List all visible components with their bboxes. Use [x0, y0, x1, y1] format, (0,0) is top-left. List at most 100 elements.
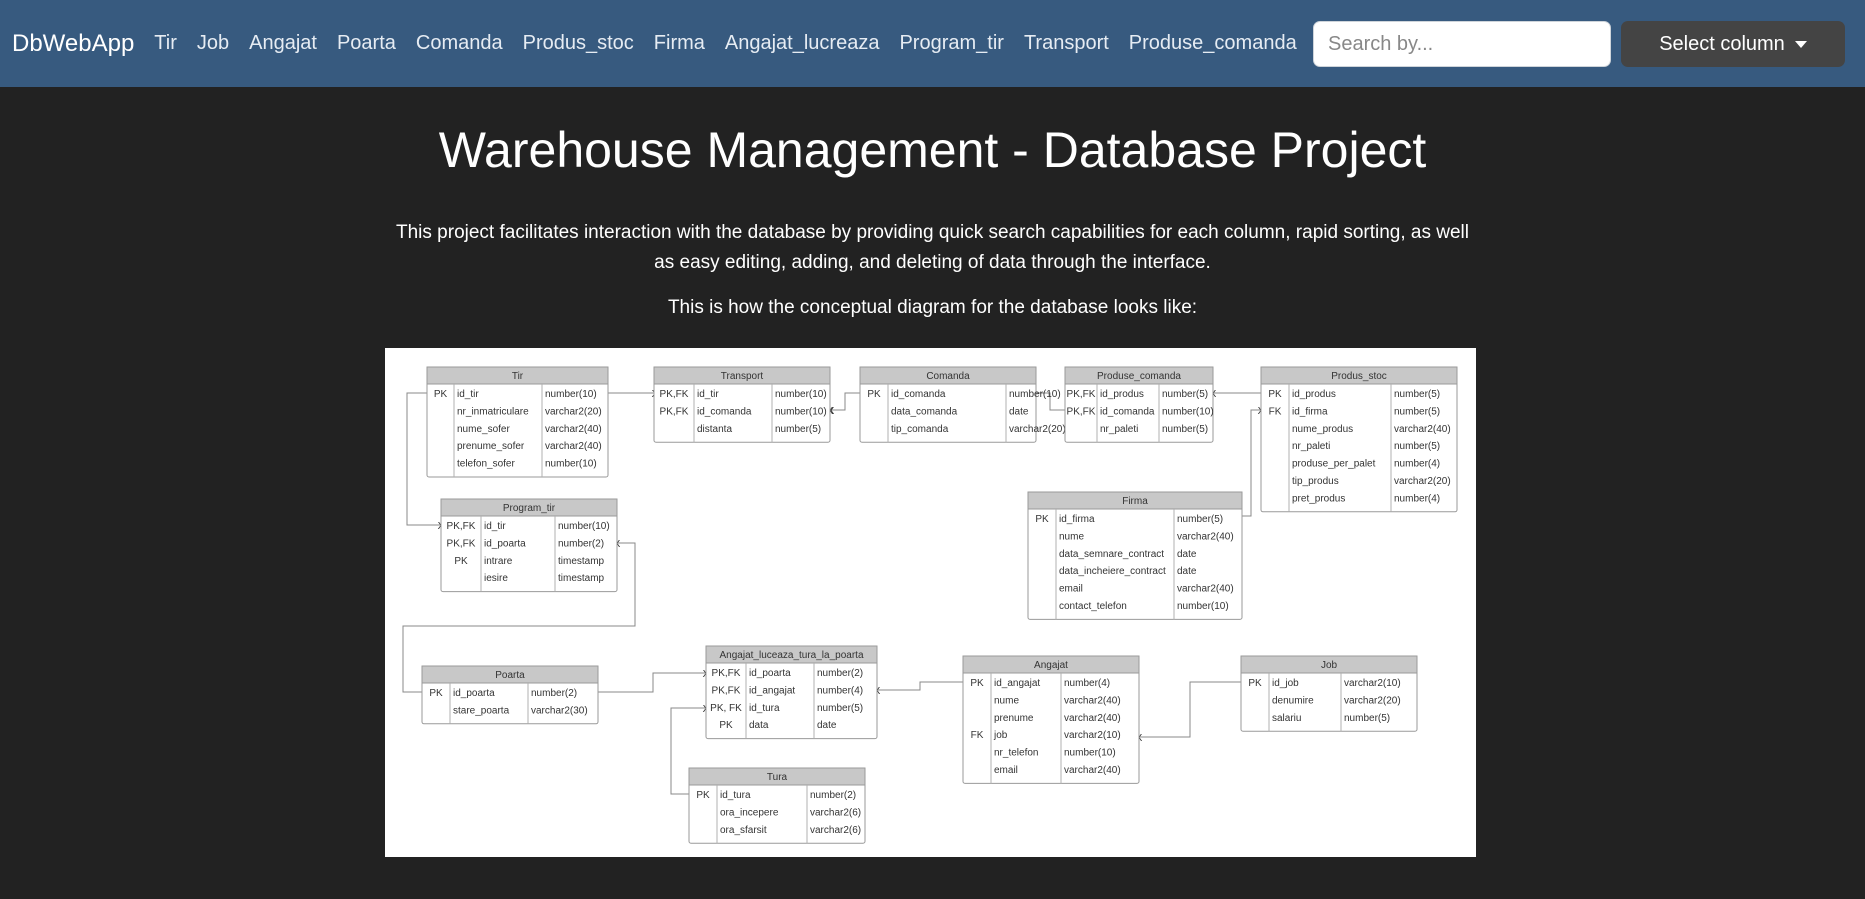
- erd-field-type: varchar2(40): [1064, 765, 1121, 776]
- erd-field-type: number(5): [817, 703, 863, 714]
- erd-field-name: nume: [994, 695, 1019, 706]
- erd-field-type: varchar2(40): [545, 441, 602, 452]
- project-description: This project facilitates interaction wit…: [396, 222, 1469, 273]
- erd-field-type: number(5): [1162, 389, 1208, 400]
- erd-field-type: number(4): [817, 685, 863, 696]
- erd-key-cell: FK: [971, 730, 984, 741]
- erd-table: Angajat PK id_angajat number(4) nume varchar2…: [962, 655, 1140, 784]
- erd-key-cell: PK,FK: [447, 521, 476, 532]
- brand-link[interactable]: DbWebApp: [12, 30, 134, 58]
- erd-field-name: id_poarta: [749, 668, 791, 679]
- relationship-line: [1242, 409, 1261, 517]
- erd-table: Transport PK,FK id_tir number(10) PK,FK id_co…: [653, 366, 831, 443]
- erd-field-type: varchar2(20): [545, 406, 602, 417]
- erd-table: Produs_stoc PK id_produs number(5) FK id_firm…: [1260, 366, 1458, 513]
- erd-field-type: number(5): [1394, 389, 1440, 400]
- erd-key-cell: PK,FK: [660, 406, 689, 417]
- erd-field-name: job: [993, 730, 1008, 741]
- nav-link-angajat-lucreaza[interactable]: Angajat_lucreaza: [725, 32, 880, 55]
- erd-field-type: date: [1009, 406, 1029, 417]
- erd-field-name: stare_poarta: [453, 705, 510, 716]
- page-title: Warehouse Management - Database Project: [438, 122, 1427, 178]
- erd-field-type: number(10): [545, 389, 597, 400]
- erd-field-type: varchar2(6): [810, 825, 861, 836]
- erd-field-type: number(10): [558, 521, 610, 532]
- erd-field-name: nume: [1059, 531, 1084, 542]
- erd-key-cell: PK: [1248, 678, 1262, 689]
- erd-key-cell: PK,FK: [712, 685, 741, 696]
- erd-key-cell: PK: [696, 790, 710, 801]
- erd-key-cell: PK: [1268, 389, 1282, 400]
- erd-field-type: varchar2(10): [1344, 678, 1401, 689]
- erd-field-name: id_comanda: [1100, 406, 1155, 417]
- nav-link-firma[interactable]: Firma: [654, 32, 705, 55]
- erd-field-name: produse_per_palet: [1292, 459, 1376, 470]
- erd-key-cell: PK: [429, 688, 443, 699]
- erd-field-type: varchar2(40): [1064, 713, 1121, 724]
- nav-link-poarta[interactable]: Poarta: [337, 32, 396, 55]
- erd-table-name: Program_tir: [503, 503, 556, 514]
- relationship-line: [877, 681, 963, 691]
- erd-field-type: varchar2(40): [1064, 695, 1121, 706]
- nav-links: Tir Job Angajat Poarta Comanda Produs_st…: [154, 32, 1316, 55]
- erd-field-name: email: [994, 765, 1018, 776]
- erd-table-name: Tura: [767, 772, 788, 783]
- erd-table: Angajat_luceaza_tura_la_poarta PK,FK id_po…: [705, 645, 878, 740]
- erd-field-name: salariu: [1272, 713, 1301, 724]
- erd-field-name: telefon_sofer: [457, 459, 515, 470]
- erd-field-name: id_tura: [749, 703, 780, 714]
- nav-link-transport[interactable]: Transport: [1024, 32, 1109, 55]
- erd-field-type: varchar2(40): [545, 424, 602, 435]
- erd-key-cell: PK: [970, 678, 984, 689]
- erd-table: Program_tir PK,FK id_tir number(10) PK,FK id_…: [440, 498, 618, 593]
- nav-link-comanda[interactable]: Comanda: [416, 32, 503, 55]
- erd-field-type: varchar2(20): [1344, 695, 1401, 706]
- erd-field-name: nume_sofer: [457, 424, 510, 435]
- nav-link-produs-stoc[interactable]: Produs_stoc: [523, 32, 634, 55]
- nav-link-produse-comanda[interactable]: Produse_comanda: [1129, 32, 1297, 55]
- erd-table-name: Comanda: [926, 371, 970, 382]
- erd-key-cell: PK,FK: [1067, 406, 1096, 417]
- erd-field-name: ora_sfarsit: [720, 825, 767, 836]
- erd-key-cell: PK,FK: [712, 668, 741, 679]
- select-column-dropdown[interactable]: Select column: [1621, 21, 1845, 67]
- main-content: Warehouse Management - Database Project …: [0, 120, 1865, 319]
- erd-field-name: nr_paleti: [1100, 424, 1138, 435]
- erd-field-type: number(5): [1344, 713, 1390, 724]
- diagram-caption: This is how the conceptual diagram for t…: [667, 297, 1198, 318]
- nav-link-angajat[interactable]: Angajat: [249, 32, 317, 55]
- erd-field-name: data_comanda: [891, 406, 958, 417]
- erd-field-name: ora_incepere: [720, 807, 779, 818]
- erd-field-name: nr_telefon: [994, 748, 1038, 759]
- erd-field-type: number(4): [1394, 459, 1440, 470]
- database-diagram: XXXXXXXXXXXXTirPKid_tirnumber(10)nr_inma…: [385, 348, 1476, 857]
- erd-field-type: number(10): [1162, 406, 1214, 417]
- erd-table-name: Produs_stoc: [1331, 371, 1387, 382]
- erd-field-type: varchar2(10): [1064, 730, 1121, 741]
- erd-field-name: id_poarta: [484, 538, 526, 549]
- erd-table: Produse_comandaPK,FK id_produs number(5)PK…: [1064, 366, 1214, 443]
- nav-link-program-tir[interactable]: Program_tir: [899, 32, 1003, 55]
- erd-field-type: number(10): [1064, 748, 1116, 759]
- erd-field-type: number(10): [545, 459, 597, 470]
- nav-link-job[interactable]: Job: [197, 32, 229, 55]
- search-input[interactable]: [1313, 21, 1611, 67]
- erd-field-name: id_tir: [484, 521, 506, 532]
- erd-table: TirPK id_tir number(10)nr_inmatriculare var…: [426, 366, 609, 478]
- erd-table: TuraPK id_tura number(2)ora_incepere varcha…: [688, 767, 866, 844]
- relationship-line: [1139, 681, 1241, 738]
- erd-table: Job PK id_job varchar2(10) denumire varchar2(…: [1240, 655, 1418, 732]
- erd-key-cell: PK: [454, 556, 468, 567]
- erd-key-cell: PK,FK: [660, 389, 689, 400]
- erd-field-name: data_incheiere_contract: [1059, 566, 1166, 577]
- erd-table-name: Firma: [1122, 496, 1148, 507]
- navbar: DbWebApp Tir Job Angajat Poarta Comanda …: [0, 0, 1865, 87]
- erd-field-name: denumire: [1272, 695, 1314, 706]
- relationship-line: [830, 392, 860, 411]
- erd-field-type: number(2): [558, 538, 604, 549]
- erd-table: Firma PK id_firma number(5) nume varchar2(40)…: [1027, 491, 1243, 620]
- erd-field-type: number(5): [775, 424, 821, 435]
- nav-link-tir[interactable]: Tir: [154, 32, 177, 55]
- erd-field-name: id_produs: [1100, 389, 1144, 400]
- erd-field-name: iesire: [484, 573, 508, 584]
